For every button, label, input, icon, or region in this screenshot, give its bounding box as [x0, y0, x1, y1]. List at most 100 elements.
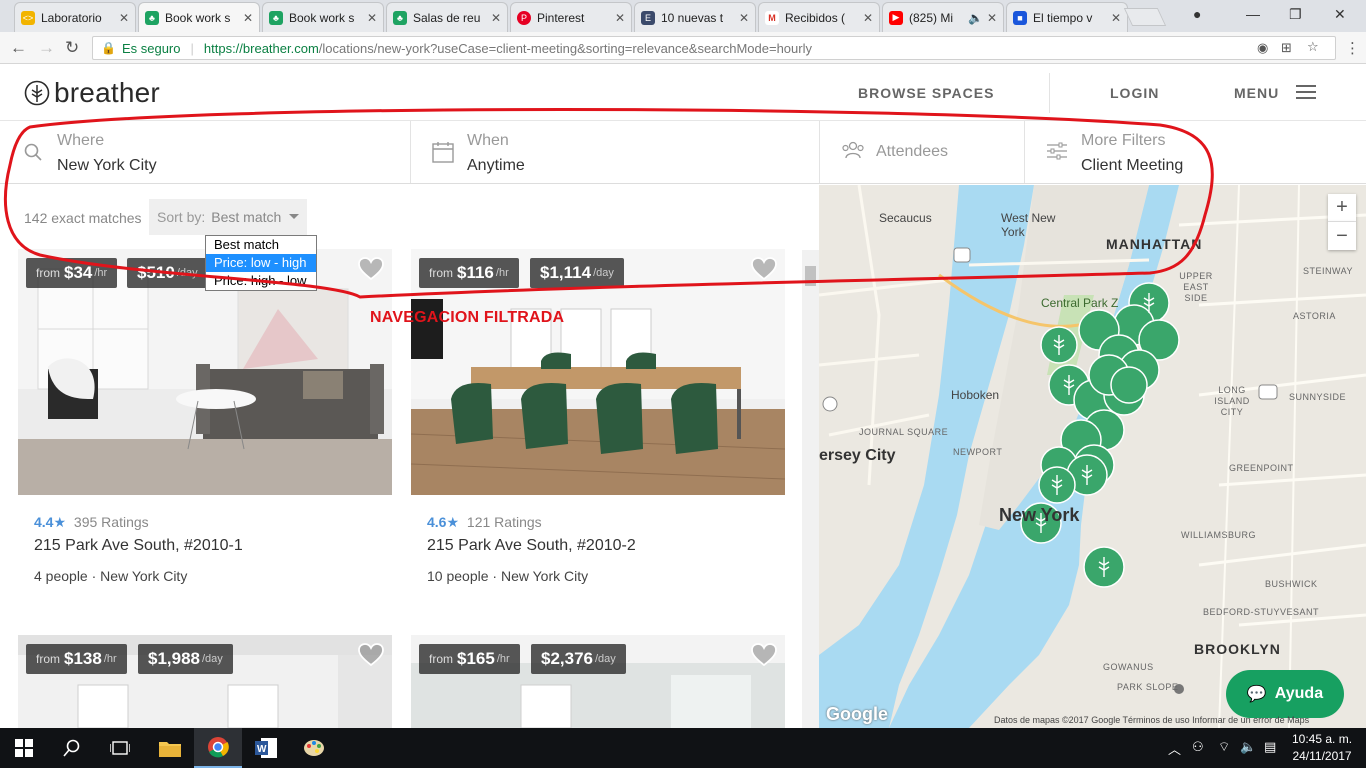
tab-favicon-icon: ■ [1013, 10, 1027, 25]
heart-icon[interactable] [751, 643, 777, 667]
close-tab-icon[interactable]: ✕ [987, 11, 997, 25]
system-clock[interactable]: 10:45 a. m. 24/11/2017 [1292, 731, 1352, 765]
browser-tab[interactable]: ♣ Salas de reu ✕ [386, 2, 508, 32]
browser-tab[interactable]: ♣ Book work s ✕ [262, 2, 384, 32]
when-value: Anytime [467, 157, 525, 174]
tab-favicon-icon: E [641, 10, 655, 25]
space-meta: 10 people · New York City [427, 568, 589, 584]
map-label-bedford-stuyvesant: BEDFORD-STUYVESANT [1203, 607, 1320, 617]
breather-logo[interactable]: breather [24, 77, 160, 109]
url-host: https://breather.com [203, 40, 319, 56]
omnibox-separator: | [190, 40, 194, 56]
browser-tab[interactable]: <> Laboratorio ✕ [14, 2, 136, 32]
browser-toolbar: ← → ↻ 🔒 Es seguro | https://breather.com… [0, 32, 1366, 64]
profile-icon[interactable]: ● [1193, 6, 1201, 22]
sort-option[interactable]: Best match [206, 236, 316, 254]
close-tab-icon[interactable]: ✕ [1111, 11, 1121, 25]
map-label-upper-east-side: UPPER EAST SIDE [1179, 271, 1213, 303]
paint-taskbar-button[interactable] [290, 728, 338, 768]
address-bar[interactable]: 🔒 Es seguro | https://breather.com/locat… [92, 36, 1336, 60]
close-tab-icon[interactable]: ✕ [739, 11, 749, 25]
word-taskbar-button[interactable]: W [242, 728, 290, 768]
browser-tab-active[interactable]: ♣ Book work s ✕ [138, 2, 260, 32]
space-photo[interactable]: from $116/hr $1,114/day [411, 249, 785, 495]
location-icon[interactable]: ◉ [1257, 40, 1268, 56]
hourly-price-badge: from $34/hr [26, 258, 118, 288]
hourly-price-badge: from $138/hr [26, 644, 127, 674]
map-label-steinway: STEINWAY [1303, 266, 1354, 276]
space-meta: 4 people · New York City [34, 568, 188, 584]
close-tab-icon[interactable]: ✕ [243, 11, 253, 25]
space-card[interactable]: from $34/hr $510/day 4.4★ 395 Ratings 215… [18, 249, 392, 599]
space-card[interactable]: from $138/hr $1,988/day [18, 635, 392, 728]
heart-icon[interactable] [751, 257, 777, 281]
space-address[interactable]: 215 Park Ave South, #2010-2 [427, 537, 636, 555]
space-photo[interactable]: from $138/hr $1,988/day [18, 635, 392, 728]
forward-icon[interactable]: → [38, 38, 55, 58]
browser-menu-icon[interactable]: ⋮ [1345, 39, 1360, 57]
close-window-icon[interactable]: ✕ [1334, 6, 1346, 23]
when-filter[interactable]: When Anytime [411, 121, 820, 183]
more-filters-value: Client Meeting [1081, 157, 1184, 174]
show-hidden-icons[interactable]: ︿ [1168, 739, 1181, 758]
map[interactable]: Secaucus West New York MANHATTAN Central… [819, 185, 1366, 728]
where-filter[interactable]: Where New York City [0, 121, 411, 183]
space-photo[interactable]: from $165/hr $2,376/day [411, 635, 785, 728]
browser-tab[interactable]: P Pinterest ✕ [510, 2, 632, 32]
map-label-journal-square: JOURNAL SQUARE [859, 427, 949, 437]
sort-dropdown[interactable]: Sort by: Best match [149, 199, 307, 235]
sort-label: Sort by: [157, 209, 206, 225]
browser-tab[interactable]: ▶ (825) Mi 🔈 ✕ [882, 2, 1004, 32]
restore-icon[interactable]: ❐ [1289, 6, 1302, 23]
help-chat-button[interactable]: 💬 Ayuda [1226, 670, 1344, 718]
zoom-out-button[interactable]: − [1328, 222, 1356, 250]
hamburger-icon[interactable] [1296, 85, 1316, 99]
close-tab-icon[interactable]: ✕ [615, 11, 625, 25]
close-tab-icon[interactable]: ✕ [863, 11, 873, 25]
close-tab-icon[interactable]: ✕ [491, 11, 501, 25]
attendees-filter[interactable]: Attendees [820, 121, 1025, 183]
tab-favicon-icon: ♣ [269, 10, 283, 25]
search-icon [24, 143, 42, 161]
wifi-icon[interactable]: ⌔ [1218, 739, 1230, 755]
results-scrollbar[interactable] [802, 250, 819, 728]
map-label-brooklyn: BROOKLYN [1194, 641, 1281, 657]
space-card[interactable]: from $116/hr $1,114/day 4.6★ 121 Ratings … [411, 249, 785, 599]
space-card[interactable]: from $165/hr $2,376/day [411, 635, 785, 728]
sort-option[interactable]: Price: high - low [206, 272, 316, 290]
mute-icon[interactable]: 🔈 [968, 11, 983, 25]
browser-tab[interactable]: ■ El tiempo v ✕ [1006, 2, 1128, 32]
google-logo[interactable]: Google [826, 704, 888, 725]
heart-icon[interactable] [358, 257, 384, 281]
map-attribution[interactable]: Datos de mapas ©2017 Google Términos de … [994, 715, 1309, 725]
volume-icon[interactable]: 🔈 [1240, 739, 1256, 755]
zoom-in-button[interactable]: + [1328, 194, 1356, 222]
menu-link[interactable]: MENU [1234, 85, 1279, 101]
sort-option-highlighted[interactable]: Price: low - high [206, 254, 316, 272]
browser-tab[interactable]: E 10 nuevas t ✕ [634, 2, 756, 32]
heart-icon[interactable] [358, 643, 384, 667]
reload-icon[interactable]: ↻ [65, 38, 79, 58]
browse-spaces-link[interactable]: BROWSE SPACES [858, 85, 994, 101]
task-view-button[interactable] [96, 728, 144, 768]
chrome-taskbar-button[interactable] [194, 728, 242, 768]
space-address[interactable]: 215 Park Ave South, #2010-1 [34, 537, 243, 555]
people-tray-icon[interactable]: ⚇ [1192, 739, 1204, 755]
new-tab-button[interactable] [1123, 8, 1167, 26]
minimize-icon[interactable]: — [1246, 6, 1260, 22]
close-tab-icon[interactable]: ✕ [119, 11, 129, 25]
results-panel: 142 exact matches Sort by: Best match fr… [0, 185, 819, 728]
more-filters[interactable]: More Filters Client Meeting [1025, 121, 1366, 183]
back-icon[interactable]: ← [10, 38, 27, 58]
browser-tab[interactable]: M Recibidos (✕ [758, 2, 880, 32]
login-link[interactable]: LOGIN [1110, 85, 1159, 101]
bookmark-star-icon[interactable]: ☆ [1307, 39, 1319, 55]
translate-icon[interactable]: ⊞ [1281, 40, 1292, 56]
close-tab-icon[interactable]: ✕ [367, 11, 377, 25]
file-explorer-button[interactable] [146, 728, 194, 768]
folder-icon [159, 742, 181, 757]
start-button[interactable] [0, 728, 48, 768]
search-taskbar-button[interactable] [48, 728, 96, 768]
scrollbar-thumb[interactable] [805, 266, 816, 286]
action-center-icon[interactable]: ▤ [1264, 739, 1276, 755]
